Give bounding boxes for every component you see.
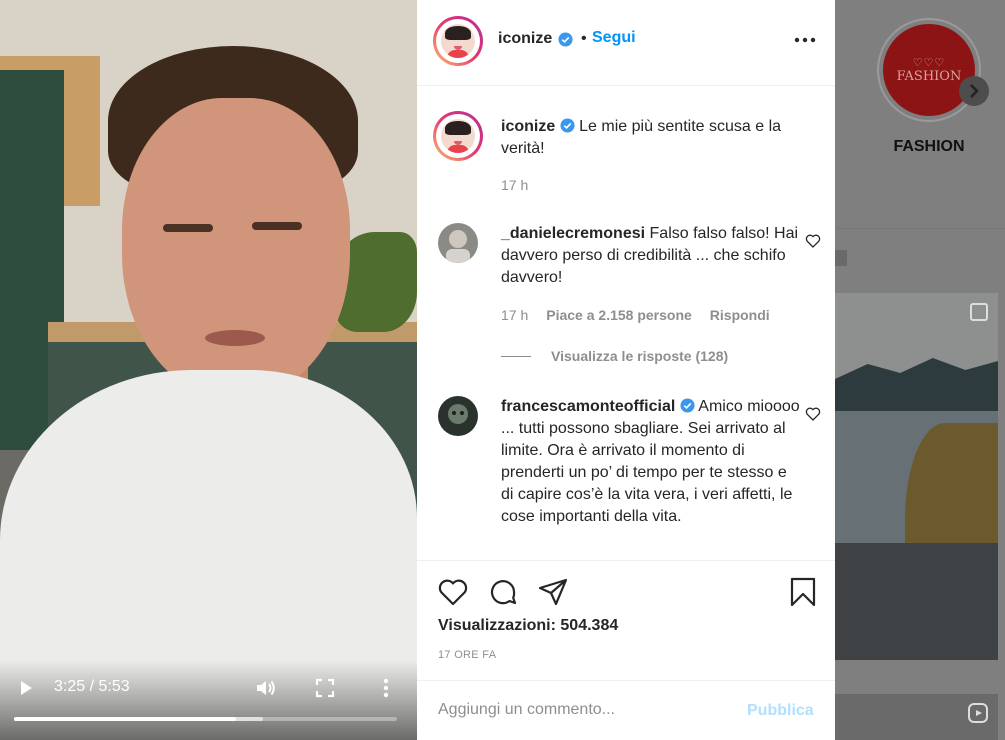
post-panel: iconize • Segui iconize Le mie più senti…	[417, 0, 835, 740]
comment-text: _danielecremonesi Falso falso falso! Hai…	[501, 223, 801, 289]
caption-username[interactable]: iconize	[501, 118, 555, 135]
heart-icon[interactable]	[805, 406, 821, 422]
chevron-right-icon	[970, 84, 979, 98]
divider	[501, 356, 531, 357]
post-actions: Visualizzazioni: 504.384 17 ORE FA	[417, 560, 835, 680]
highlight-cover-text: FASHION	[896, 69, 962, 84]
view-replies-label: Visualizza le risposte (128)	[551, 348, 729, 364]
comment-likes[interactable]: Piace a 2.158 persone	[546, 307, 692, 323]
post-header: iconize • Segui	[417, 0, 835, 86]
comment-input[interactable]	[438, 701, 738, 719]
comment-icon[interactable]	[487, 576, 519, 608]
verified-icon	[680, 398, 695, 413]
heart-icon[interactable]	[437, 576, 469, 608]
bookmark-icon[interactable]	[787, 576, 819, 608]
volume-icon[interactable]	[254, 676, 278, 700]
divider	[835, 228, 1005, 229]
verified-icon	[558, 32, 573, 47]
carousel-icon	[970, 303, 988, 321]
fullscreen-icon[interactable]	[314, 677, 336, 699]
more-horizontal-icon[interactable]	[793, 32, 817, 48]
highlight-cover: ♡♡♡ FASHION	[883, 24, 975, 116]
author-avatar[interactable]	[433, 16, 483, 66]
comment-meta: 17 h Piace a 2.158 persone Rispondi	[501, 307, 770, 323]
verified-icon	[560, 118, 575, 133]
commenter-avatar[interactable]	[438, 396, 478, 436]
video-progress-track[interactable]	[14, 717, 397, 721]
author-username[interactable]: iconize	[498, 30, 552, 48]
video-player[interactable]: 3:25 / 5:53	[0, 0, 417, 740]
heart-icon[interactable]	[805, 233, 821, 249]
reply-button[interactable]: Rispondi	[710, 307, 770, 323]
share-icon[interactable]	[537, 576, 569, 608]
highlight-cover-hearts: ♡♡♡	[912, 57, 946, 69]
author-avatar[interactable]	[433, 111, 483, 161]
more-vertical-icon[interactable]	[377, 677, 395, 699]
video-controls	[0, 660, 417, 740]
post-timestamp[interactable]: 17 ORE FA	[438, 649, 496, 661]
profile-tab	[835, 250, 847, 266]
commenter-username[interactable]: _danielecremonesi	[501, 225, 645, 242]
views-count: Visualizzazioni: 504.384	[438, 617, 619, 634]
follow-button[interactable]: Segui	[592, 29, 636, 47]
comment-text: francescamonteofficial Amico mioooo ... …	[501, 396, 801, 528]
add-comment-bar: Pubblica	[417, 680, 835, 740]
highlights-next-button[interactable]	[959, 76, 989, 106]
comment-time[interactable]: 17 h	[501, 307, 528, 323]
view-replies-button[interactable]: Visualizza le risposte (128)	[501, 348, 728, 364]
grid-post-thumbnail[interactable]	[835, 293, 998, 660]
comment-body: Amico mioooo ... tutti possono sbagliare…	[501, 398, 800, 525]
commenter-avatar[interactable]	[438, 223, 478, 263]
video-progress-bar	[14, 717, 236, 721]
video-time: 3:25 / 5:53	[54, 678, 130, 695]
play-icon[interactable]	[16, 678, 36, 698]
reels-icon	[968, 703, 988, 723]
highlight-fashion[interactable]: ♡♡♡ FASHION	[877, 18, 981, 122]
background-profile-page: ♡♡♡ FASHION FASHION	[835, 0, 1005, 740]
caption-text: iconize Le mie più sentite scusa e la ve…	[501, 116, 823, 160]
caption-time[interactable]: 17 h	[501, 177, 528, 193]
comments-list: iconize Le mie più sentite scusa e la ve…	[417, 87, 835, 560]
highlight-label: FASHION	[893, 138, 965, 155]
commenter-username[interactable]: francescamonteofficial	[501, 398, 675, 415]
publish-button[interactable]: Pubblica	[747, 702, 814, 720]
separator-dot: •	[581, 30, 587, 47]
